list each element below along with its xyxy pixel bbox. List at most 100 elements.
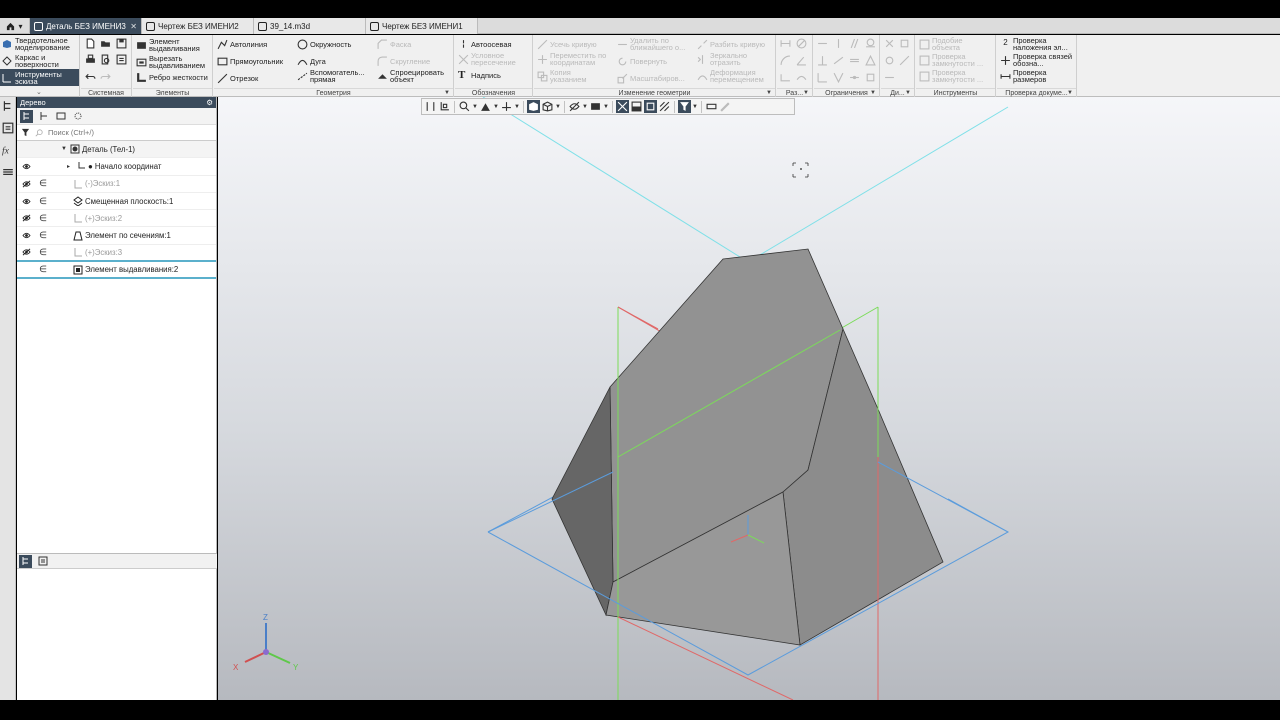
trim-button[interactable]: Усечь кривую [537,39,597,50]
radial-dimension-icon[interactable] [780,55,792,67]
tab-document-3[interactable]: 39_14.m3d [254,18,366,34]
rib-button[interactable]: Ребро жесткости [136,72,209,83]
pan-button[interactable] [479,100,492,113]
auto-dimension-icon[interactable] [780,72,792,84]
fix-point-icon[interactable] [865,54,877,67]
tree-node-origin[interactable]: ▸ ● Начало координат [17,158,216,176]
tab-document-4[interactable]: Чертеж БЕЗ ИМЕНИ1 [366,18,478,34]
arc-button[interactable]: Дуга [297,56,326,67]
eye-hidden-icon[interactable] [17,248,35,256]
tree-node-sketch-1[interactable]: ∈ (-)Эскиз:1 [17,176,216,193]
tree-components-button[interactable] [71,110,84,123]
tree-root-node[interactable]: ▼ Деталь (Тел-1) [17,141,216,159]
mesh-button[interactable] [658,100,671,113]
rotate-view-button[interactable] [500,100,513,113]
closure-check-2-button[interactable]: Проверка замкнутости ... [919,69,994,83]
diag-2-icon[interactable] [899,38,911,50]
chevron-down-icon[interactable]: ▼ [472,100,478,113]
arc-length-icon[interactable] [796,72,808,84]
chevron-down-icon[interactable]: ▼ [603,100,609,113]
expand-triangle-icon[interactable]: ▼ [61,146,68,152]
cut-extrude-button[interactable]: Вырезать выдавливанием [136,55,211,69]
selection-filter-button[interactable] [678,100,691,113]
mode-solid-modeling[interactable]: Твердотельное моделирование [0,35,79,52]
collinear-constraint-icon[interactable] [833,55,845,67]
tree-node-sketch-2[interactable]: ∈ (+)Эскиз:2 [17,210,216,228]
open-folder-icon[interactable] [100,38,112,50]
redo-icon[interactable] [100,71,112,83]
tab-document-1[interactable]: Деталь БЕЗ ИМЕНИ3 ✕ [30,18,142,34]
filter-icon[interactable] [21,128,30,137]
tree-node-offset-plane[interactable]: ∈ Смещенная плоскость:1 [17,193,216,211]
properties-icon[interactable] [2,122,14,134]
vertical-constraint-icon[interactable] [833,38,845,50]
circle-button[interactable]: Окружность [297,39,351,50]
mode-wireframe-surfaces[interactable]: Каркас и поверхности [0,52,79,69]
aux-line-button[interactable]: Вспомогатель... прямая [297,69,368,83]
eye-icon[interactable] [17,163,35,170]
diameter-dimension-icon[interactable] [796,38,808,50]
tree-node-loft[interactable]: ∈ Элемент по сечениям:1 [17,227,216,245]
relation-icon[interactable]: ∈ [35,264,51,275]
chevron-down-icon[interactable]: ▼ [582,100,588,113]
rectangle-button[interactable]: Прямоугольник [217,56,283,67]
variables-fx-icon[interactable]: fx [2,144,14,157]
close-icon[interactable]: ✕ [130,22,137,31]
segment-button[interactable]: Отрезок [217,73,258,84]
show-all-button[interactable] [424,100,437,113]
coincidence-icon[interactable] [817,72,829,84]
tree-icon[interactable] [2,100,14,112]
shaded-display-button[interactable] [527,100,540,113]
tree-sequence-button[interactable] [37,110,50,123]
eye-hidden-icon[interactable] [17,180,35,188]
expand-triangle-icon[interactable]: ▸ [67,163,74,170]
extrude-button[interactable]: Элемент выдавливания [136,38,209,52]
relation-icon[interactable]: ∈ [35,230,51,241]
fixed-dimension-icon[interactable] [865,72,877,84]
chevron-down-icon[interactable]: ▼ [555,100,561,113]
layers-icon[interactable] [2,166,14,178]
zoom-button[interactable] [458,100,471,113]
autoline-button[interactable]: Автолиния [217,39,267,50]
chevron-down-icon[interactable]: ⌄ [36,88,42,96]
diag-1-icon[interactable] [884,38,896,50]
relation-icon[interactable]: ∈ [35,196,51,207]
diag-5-icon[interactable] [884,72,896,84]
horizontal-constraint-icon[interactable] [817,38,829,50]
copy-pointer-button[interactable]: Копия указанием [537,69,600,83]
pencil-button[interactable] [719,100,732,113]
orientation-button[interactable] [438,100,451,113]
chevron-down-icon[interactable]: ▼ [493,100,499,113]
tree-view-tab[interactable] [19,554,32,568]
measure-button[interactable] [705,100,718,113]
project-object-button[interactable]: Спроецировать объект [377,69,450,83]
equal-constraint-icon[interactable] [849,55,861,67]
split-curve-button[interactable]: Разбить кривую [697,39,765,50]
new-file-icon[interactable] [85,38,97,50]
sizes-check-button[interactable]: Проверка размеров [1000,69,1063,83]
save-icon[interactable] [116,38,128,50]
tree-filter-view-button[interactable] [54,110,67,123]
hide-button[interactable] [568,100,581,113]
eye-icon[interactable] [17,198,35,205]
relation-icon[interactable]: ∈ [35,213,51,224]
angle-dimension-icon[interactable] [796,55,808,67]
home-button[interactable]: ▾ [0,18,30,34]
cut-view-button[interactable] [630,100,643,113]
links-check-button[interactable]: Проверка связей обозна... [1000,53,1075,67]
chevron-down-icon[interactable]: ▼ [514,100,520,113]
wireframe-display-button[interactable] [541,100,554,113]
tree-node-extrude-2[interactable]: ∈ Элемент выдавливания:2 [17,262,216,280]
chamfer-button[interactable]: Фаска [377,39,411,50]
display-filter-button[interactable] [589,100,602,113]
parallel-constraint-icon[interactable] [849,38,861,50]
eye-icon[interactable] [17,232,35,239]
move-coords-button[interactable]: Переместить по координатам [537,52,614,66]
symmetry-icon[interactable] [833,72,845,84]
deform-button[interactable]: Деформация перемещением [697,69,770,83]
diag-3-icon[interactable] [884,55,896,67]
cond-intersection-button[interactable]: Условное пересечение [458,52,521,66]
preview-icon[interactable] [100,54,112,66]
eye-hidden-icon[interactable] [17,214,35,222]
tree-node-sketch-3[interactable]: ∈ (+)Эскиз:3 [17,245,216,263]
